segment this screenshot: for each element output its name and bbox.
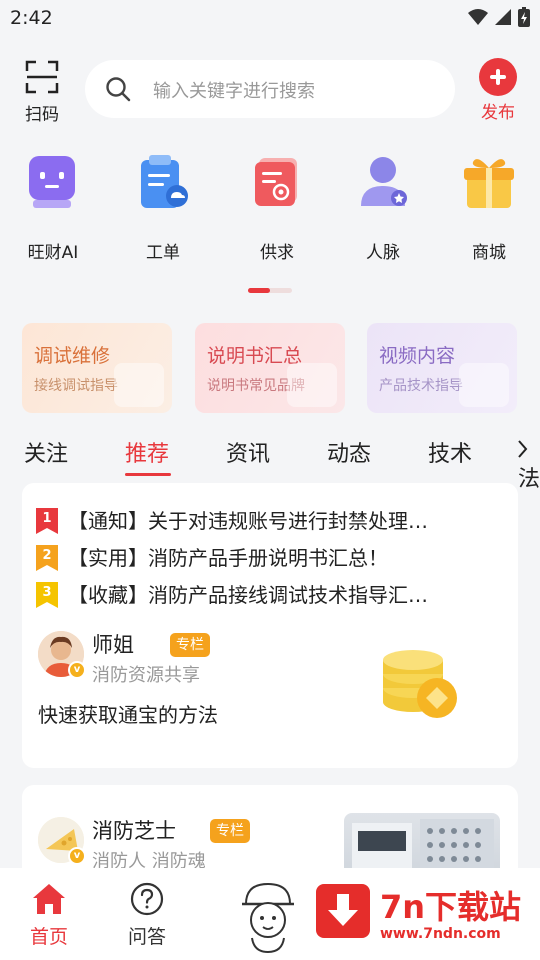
header: 扫码 输入关键字进行搜索 发布 — [0, 50, 540, 130]
home-icon — [33, 884, 65, 914]
rank-badge: 1 — [36, 508, 58, 534]
rank-number: 3 — [42, 585, 52, 600]
quick-item-work-order[interactable]: 工单 — [123, 150, 203, 263]
nav-home-label: 首页 — [29, 926, 68, 948]
plus-icon — [479, 58, 517, 96]
search-input[interactable]: 输入关键字进行搜索 — [153, 77, 315, 103]
tab-law[interactable]: 法 — [518, 436, 540, 493]
active-tab-indicator — [125, 473, 171, 476]
author-subtitle: 消防资源共享 — [92, 665, 200, 686]
tab-technology[interactable]: 技术 — [428, 436, 472, 468]
quick-label: 人脉 — [366, 243, 400, 263]
signal-icon — [495, 9, 511, 25]
supply-demand-icon — [247, 150, 307, 210]
feature-card-manuals[interactable]: 说明书汇总 说明书常见品牌 — [195, 323, 345, 413]
question-icon — [130, 882, 164, 916]
author-name: 消防芝士 — [92, 819, 176, 843]
quick-label: 供求 — [260, 243, 294, 263]
tab-activity[interactable]: 动态 — [327, 436, 371, 468]
search-icon — [106, 77, 131, 102]
page-indicator-active — [248, 288, 270, 293]
tab-news[interactable]: 资讯 — [226, 436, 270, 468]
robot-icon — [23, 150, 83, 210]
status-time: 2:42 — [10, 7, 53, 29]
verified-badge: v — [68, 847, 86, 865]
nav-qa[interactable]: 问答 — [117, 882, 177, 949]
quick-item-mall[interactable]: 商城 — [449, 150, 529, 263]
feed-card: 1 【通知】关于对违规账号进行封禁处理… 2 【实用】消防产品手册说明书汇总！ … — [22, 483, 518, 768]
scan-label: 扫码 — [25, 105, 59, 125]
feature-cards: 调试维修 接线调试指导 说明书汇总 说明书常见品牌 视频内容 产品技术指导 — [22, 323, 518, 415]
notice-item[interactable]: 3 【收藏】消防产品接线调试技术指导汇… — [36, 579, 506, 609]
content-tabs: 关注 推荐 资讯 动态 技术 法 — [0, 430, 540, 492]
feature-card-debug-repair[interactable]: 调试维修 接线调试指导 — [22, 323, 172, 413]
post-title[interactable]: 快速获取通宝的方法 — [38, 699, 218, 728]
notice-text: 【收藏】消防产品接线调试技术指导汇… — [68, 583, 428, 607]
publish-button[interactable]: 发布 — [476, 58, 520, 123]
rank-number: 2 — [42, 548, 52, 563]
tab-recommend[interactable]: 推荐 — [125, 436, 169, 468]
rank-badge: 2 — [36, 545, 58, 571]
notice-item[interactable]: 2 【实用】消防产品手册说明书汇总！ — [36, 542, 506, 572]
search-bar[interactable]: 输入关键字进行搜索 — [85, 60, 455, 118]
author-name: 师姐 — [92, 633, 134, 657]
verified-badge: v — [68, 661, 86, 679]
battery-icon — [518, 7, 530, 27]
play-icon — [459, 363, 509, 407]
rank-number: 1 — [42, 511, 52, 526]
notice-item[interactable]: 1 【通知】关于对违规账号进行封禁处理… — [36, 505, 506, 535]
download-icon — [316, 884, 370, 938]
nav-home[interactable]: 首页 — [19, 882, 79, 949]
scan-icon — [25, 60, 59, 94]
quick-item-wangcai-ai[interactable]: 旺财AI — [13, 150, 93, 263]
gift-icon — [459, 150, 519, 210]
status-icons — [468, 7, 530, 27]
author-info[interactable]: v 师姐 专栏 消防资源共享 — [38, 629, 338, 686]
watermark: 7n下载站 www.7ndn.com — [312, 878, 534, 950]
clipboard-icon — [133, 150, 193, 210]
feature-card-video[interactable]: 视频内容 产品技术指导 — [367, 323, 517, 413]
quick-menu: 旺财AI 工单 供求 人脉 商城 — [0, 150, 540, 270]
tab-follow[interactable]: 关注 — [24, 436, 68, 468]
wifi-icon — [468, 9, 488, 25]
coins-illustration — [383, 650, 457, 718]
quick-item-contacts[interactable]: 人脉 — [343, 150, 423, 263]
firefighter-mascot-icon[interactable] — [236, 878, 300, 954]
notice-text: 【通知】关于对违规账号进行封禁处理… — [68, 509, 428, 533]
quick-item-supply-demand[interactable]: 供求 — [237, 150, 317, 263]
publish-label: 发布 — [481, 103, 515, 123]
column-tag: 专栏 — [210, 819, 250, 843]
chevron-right-icon — [518, 440, 528, 458]
notice-text: 【实用】消防产品手册说明书汇总！ — [68, 546, 388, 570]
rank-badge: 3 — [36, 582, 58, 608]
scan-button[interactable]: 扫码 — [18, 60, 66, 125]
author-info[interactable]: v 消防芝士 专栏 消防人 消防魂 — [38, 815, 338, 872]
quick-label: 工单 — [146, 243, 180, 263]
tab-law-label: 法 — [518, 467, 540, 492]
status-bar: 2:42 — [0, 0, 540, 36]
page-indicator — [248, 288, 292, 293]
watermark-title: 7n下载站 — [380, 888, 522, 926]
book-icon — [287, 363, 337, 407]
nav-qa-label: 问答 — [127, 926, 166, 948]
contacts-icon — [353, 150, 413, 210]
column-tag: 专栏 — [170, 633, 210, 657]
watermark-url: www.7ndn.com — [380, 926, 501, 942]
wrench-icon — [114, 363, 164, 407]
quick-label: 旺财AI — [27, 243, 79, 263]
quick-label: 商城 — [472, 243, 506, 263]
